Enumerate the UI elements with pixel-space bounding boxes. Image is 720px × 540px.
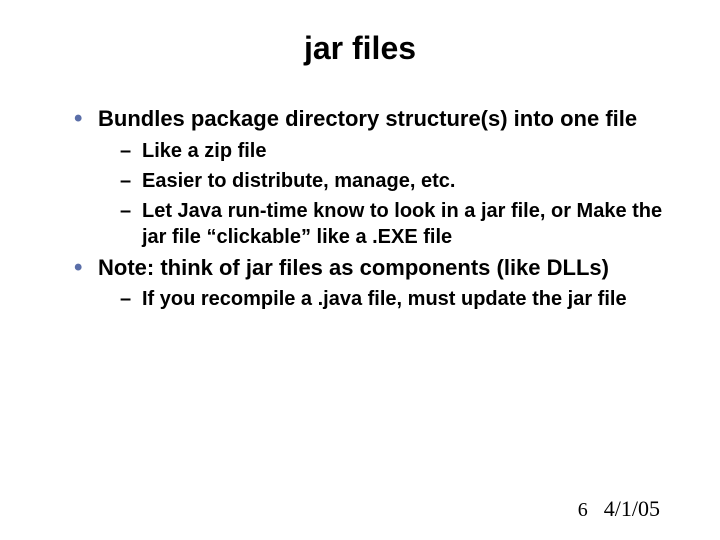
- sub-bullet-item: If you recompile a .java file, must upda…: [118, 286, 670, 312]
- sub-bullet-item: Let Java run-time know to look in a jar …: [118, 198, 670, 250]
- footer: 6 4/1/05: [578, 496, 660, 522]
- sub-bullet-list: If you recompile a .java file, must upda…: [118, 286, 670, 312]
- bullet-text: Note: think of jar files as components (…: [98, 255, 609, 280]
- sub-bullet-item: Easier to distribute, manage, etc.: [118, 168, 670, 194]
- slide: jar files Bundles package directory stru…: [0, 0, 720, 540]
- slide-content: Bundles package directory structure(s) i…: [50, 105, 670, 312]
- bullet-text: Bundles package directory structure(s) i…: [98, 106, 637, 131]
- date: 4/1/05: [604, 496, 660, 522]
- bullet-item: Bundles package directory structure(s) i…: [70, 105, 670, 250]
- sub-bullet-list: Like a zip file Easier to distribute, ma…: [118, 138, 670, 250]
- page-number: 6: [578, 499, 588, 522]
- slide-title: jar files: [50, 30, 670, 67]
- sub-bullet-item: Like a zip file: [118, 138, 670, 164]
- bullet-list: Bundles package directory structure(s) i…: [70, 105, 670, 312]
- bullet-item: Note: think of jar files as components (…: [70, 254, 670, 313]
